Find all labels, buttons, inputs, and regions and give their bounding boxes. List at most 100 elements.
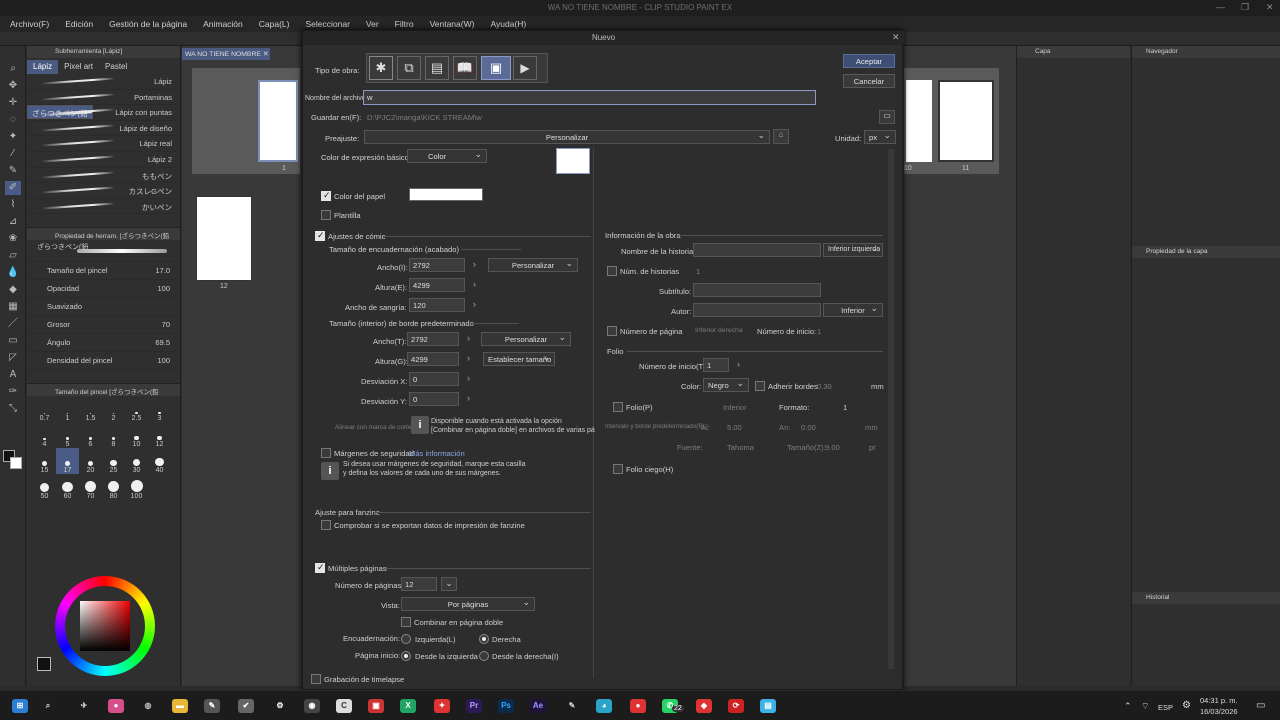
brush-item[interactable]: Lápiz	[27, 74, 180, 90]
app-icon-12[interactable]: ⟳	[728, 699, 744, 713]
airbrush-icon[interactable]: ⊿	[5, 215, 21, 229]
app-icon-10[interactable]: ●	[630, 699, 646, 713]
toolprop-value[interactable]: 100	[157, 284, 170, 293]
book-type-icon[interactable]: 📖	[453, 56, 477, 80]
brush-item[interactable]: Lápiz 2	[27, 152, 180, 168]
brushsize-cell[interactable]: 3	[148, 396, 171, 422]
network-icon[interactable]: ⌔	[1141, 701, 1149, 712]
eraser-icon[interactable]: ▱	[5, 249, 21, 263]
pen-icon[interactable]: ✎	[5, 164, 21, 178]
num-pagina-checkbox[interactable]	[607, 326, 617, 336]
paper-color-swatch[interactable]	[409, 188, 483, 201]
altura-g-input[interactable]: 4299	[407, 352, 459, 366]
page-thumb-1[interactable]	[258, 80, 298, 162]
brushsize-cell[interactable]: 2	[102, 396, 125, 422]
subtool-tab[interactable]: Lápiz	[27, 60, 59, 74]
brushsize-cell[interactable]: 0.7	[33, 396, 56, 422]
comic-settings-checkbox[interactable]	[315, 230, 325, 241]
ancho-t-input[interactable]: 2792	[407, 332, 459, 346]
brushsize-cell[interactable]: 17	[56, 448, 79, 475]
manga-type-icon[interactable]: ▣	[481, 56, 511, 80]
more-info-link[interactable]: Más información	[409, 449, 465, 458]
menu-item[interactable]: Animación	[193, 16, 249, 32]
comic-type-icon[interactable]: ▤	[425, 56, 449, 80]
notepad-icon[interactable]: ▤	[760, 699, 776, 713]
encuad-preset-select[interactable]: Personalizar	[488, 258, 578, 272]
app-icon-4[interactable]: ⚙	[272, 699, 288, 713]
brushsize-cell[interactable]: 4	[33, 422, 56, 448]
brush-item[interactable]: Lápiz con puntas	[27, 105, 180, 121]
establecer-select[interactable]: Establecer tamaño	[483, 352, 555, 366]
app-icon-5[interactable]: ◉	[304, 699, 320, 713]
color-main-small[interactable]	[37, 657, 51, 671]
csp-icon[interactable]: C	[336, 699, 352, 713]
toolprop-value[interactable]: 17.0	[155, 266, 170, 275]
menu-item[interactable]: Edición	[55, 16, 99, 32]
brushsize-cell[interactable]: 25	[102, 448, 125, 474]
lasso-icon[interactable]: ◌	[5, 113, 21, 127]
sub-color-swatch[interactable]	[10, 457, 22, 469]
desv-y-input[interactable]: 0	[409, 392, 459, 406]
app-icon-2[interactable]: ✎	[204, 699, 220, 713]
app-icon-8[interactable]: ✎	[564, 699, 580, 713]
save-preset-icon[interactable]: ⌂	[773, 129, 789, 144]
autor-input[interactable]	[693, 303, 821, 317]
page-thumb-12[interactable]	[196, 196, 252, 281]
nombre-pos-select[interactable]: Inferior izquierda	[823, 243, 883, 257]
vista-select[interactable]: Por páginas	[401, 597, 535, 611]
wand-icon[interactable]: ✦	[5, 130, 21, 144]
timelapse-checkbox[interactable]	[311, 674, 321, 684]
brushsize-cell[interactable]: 15	[33, 448, 56, 474]
toolprop-row[interactable]: Suavizado	[27, 298, 180, 317]
sangria-input[interactable]: 120	[409, 298, 465, 312]
app-icon-11[interactable]: ◆	[696, 699, 712, 713]
close-window-icon[interactable]: ✕	[1266, 2, 1274, 13]
folder-taskbar-icon[interactable]: ▬	[172, 699, 188, 713]
zoom-icon[interactable]: ⌕	[5, 62, 21, 76]
premiere-icon[interactable]: Pr	[466, 699, 482, 713]
language-indicator[interactable]: ESP	[1158, 703, 1173, 712]
toolprop-row[interactable]: Grosor 70	[27, 316, 180, 335]
brushsize-cell[interactable]: 50	[33, 474, 56, 500]
decoration-icon[interactable]: ❀	[5, 232, 21, 246]
browser-icon[interactable]: ●	[108, 699, 124, 713]
move-icon[interactable]: ✛	[5, 96, 21, 110]
balloon-icon[interactable]: ✑	[5, 385, 21, 399]
dialog-scrollbar[interactable]	[888, 149, 894, 669]
brushsize-cell[interactable]: 40	[148, 448, 171, 474]
brush-item[interactable]: Portaminas	[27, 90, 180, 106]
figure-icon[interactable]: ／	[5, 317, 21, 331]
start-icon[interactable]: ⊞	[12, 699, 28, 713]
derecha-radio[interactable]	[479, 634, 489, 644]
paper-color-checkbox[interactable]	[321, 190, 331, 201]
menu-item[interactable]: Gestión de la página	[99, 16, 193, 32]
brushsize-cell[interactable]: 2.5	[125, 396, 148, 422]
folio-p-checkbox[interactable]	[613, 402, 623, 412]
notification-icon[interactable]: ▭	[1256, 700, 1265, 711]
filename-input[interactable]: w	[363, 90, 816, 105]
brush-item[interactable]: カスレGペン	[27, 183, 180, 199]
search-icon[interactable]: ⌕	[40, 699, 56, 713]
text-icon[interactable]: A	[5, 368, 21, 382]
tray-up-icon[interactable]: ⌃	[1124, 701, 1132, 712]
nombre-historia-input[interactable]	[693, 243, 821, 257]
brushsize-cell[interactable]: 30	[125, 448, 148, 474]
app-icon-9[interactable]: ◕	[596, 699, 612, 713]
brushsize-cell[interactable]: 70	[79, 474, 102, 500]
autor-pos-select[interactable]: Inferior	[823, 303, 883, 317]
app-icon-7[interactable]: ✦	[434, 699, 450, 713]
eyedropper-icon[interactable]: ⁄	[5, 147, 21, 161]
brush-item[interactable]: Lápiz de diseño	[27, 121, 180, 137]
maximize-icon[interactable]: ❐	[1241, 2, 1249, 13]
illustration-type-icon[interactable]: ✱	[369, 56, 393, 80]
frame-icon[interactable]: ▭	[5, 334, 21, 348]
brush-item[interactable]: Lápiz real	[27, 136, 180, 152]
app-icon-1[interactable]: ✈	[76, 699, 92, 713]
brushsize-cell[interactable]: 20	[79, 448, 102, 474]
toolprop-value[interactable]: 100	[157, 356, 170, 365]
unit-select[interactable]: px	[864, 130, 896, 144]
toolprop-row[interactable]: Ángulo 69.5	[27, 334, 180, 353]
brushsize-cell[interactable]: 8	[102, 422, 125, 448]
num-historias-checkbox[interactable]	[607, 266, 617, 276]
excel-icon[interactable]: X	[400, 699, 416, 713]
